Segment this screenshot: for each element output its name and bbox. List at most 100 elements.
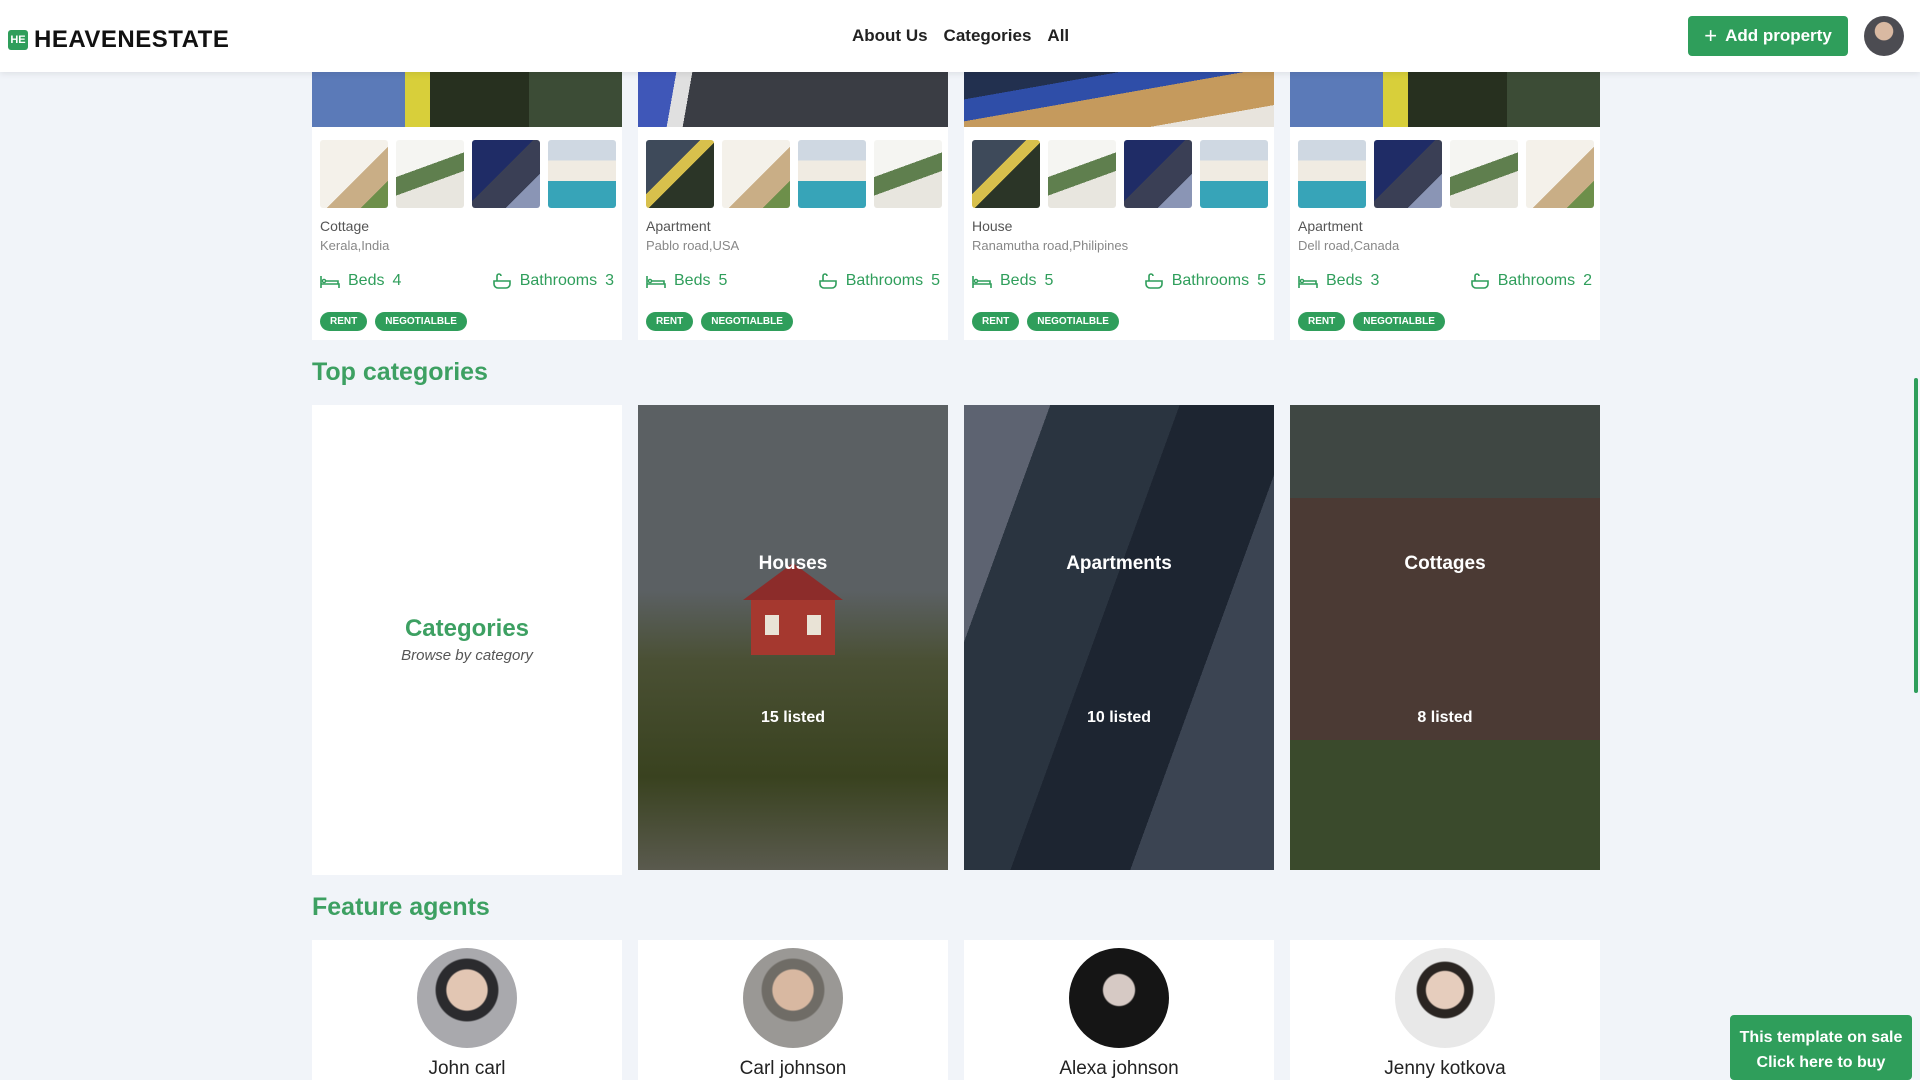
beds-info: Beds 5 [646, 272, 727, 290]
template-sale-banner[interactable]: This template on sale Click here to buy [1730, 1015, 1912, 1080]
tag-list: RENT NEGOTIALBLE [972, 312, 1119, 331]
baths-count: 3 [605, 272, 614, 289]
category-count: 15 listed [760, 709, 826, 726]
categories-subheading: Browse by category [401, 647, 533, 664]
agent-photo [1069, 948, 1169, 1048]
nav-about-us[interactable]: About Us [852, 26, 928, 46]
categories-heading: Categories [404, 615, 530, 642]
bathtub-icon [492, 273, 511, 289]
tag-list: RENT NEGOTIALBLE [646, 312, 793, 331]
thumbnail-row [972, 140, 1268, 208]
property-image [1290, 72, 1600, 127]
bathtub-icon [1144, 273, 1163, 289]
beds-count: 5 [1044, 272, 1054, 289]
categories-intro-card: Categories Browse by category [312, 405, 622, 875]
thumbnail[interactable] [320, 140, 388, 208]
tag-negotiable: NEGOTIALBLE [375, 312, 467, 331]
beds-label: Beds [1326, 272, 1363, 289]
baths-label: Bathrooms [519, 272, 598, 289]
feature-agents-title: Feature agents [312, 893, 490, 921]
category-card-houses[interactable]: Houses 15 listed [638, 405, 948, 870]
agent-name: Jenny kotkova [1384, 1058, 1506, 1079]
beds-label: Beds [348, 272, 385, 289]
thumbnail[interactable] [722, 140, 790, 208]
thumbnail[interactable] [1298, 140, 1366, 208]
baths-info: Bathrooms 2 [1470, 272, 1592, 290]
thumbnail-row [1298, 140, 1594, 208]
property-image [312, 72, 622, 127]
property-image [638, 72, 948, 127]
property-card[interactable]: House Ranamutha road,Philipines Beds 5 B… [964, 72, 1274, 340]
nav-all[interactable]: All [1047, 26, 1069, 46]
add-property-label: Add property [1725, 26, 1832, 45]
nav-categories[interactable]: Categories [944, 26, 1032, 46]
bathtub-icon [818, 273, 837, 289]
category-name: Apartments [1066, 553, 1172, 574]
user-avatar[interactable] [1864, 16, 1904, 56]
agent-card[interactable]: Jenny kotkova [1290, 940, 1600, 1080]
thumbnail[interactable] [1374, 140, 1442, 208]
property-location: Ranamutha road,Philipines [972, 238, 1129, 253]
agent-card[interactable]: Alexa johnson [964, 940, 1274, 1080]
property-type: Apartment [1298, 218, 1363, 234]
thumbnail[interactable] [1526, 140, 1594, 208]
agent-card[interactable]: Carl johnson [638, 940, 948, 1080]
logo[interactable]: HE HEAVENESTATE [8, 26, 229, 54]
category-card-apartments[interactable]: Apartments 10 listed [964, 405, 1274, 870]
logo-text: HEAVENESTATE [34, 26, 230, 53]
thumbnail[interactable] [798, 140, 866, 208]
thumbnail[interactable] [874, 140, 942, 208]
agent-photo [417, 948, 517, 1048]
beds-label: Beds [1000, 272, 1037, 289]
thumbnail-row [320, 140, 616, 208]
property-location: Pablo road,USA [646, 238, 740, 253]
property-card[interactable]: Cottage Kerala,India Beds 4 Bathrooms 3 … [312, 72, 622, 340]
category-name: Houses [758, 553, 828, 574]
page-scrollbar[interactable] [1914, 378, 1918, 693]
thumbnail[interactable] [1124, 140, 1192, 208]
beds-count: 4 [392, 272, 402, 289]
thumbnail[interactable] [1450, 140, 1518, 208]
category-card-cottages[interactable]: Cottages 8 listed [1290, 405, 1600, 870]
thumbnail-row [646, 140, 942, 208]
thumbnail[interactable] [1048, 140, 1116, 208]
main-nav: About Us Categories All [852, 26, 1069, 46]
baths-count: 2 [1583, 272, 1592, 289]
thumbnail[interactable] [396, 140, 464, 208]
thumbnail[interactable] [472, 140, 540, 208]
beds-info: Beds 3 [1298, 272, 1379, 290]
property-card[interactable]: Apartment Dell road,Canada Beds 3 Bathro… [1290, 72, 1600, 340]
agent-name: John carl [428, 1058, 506, 1079]
property-type: Apartment [646, 218, 711, 234]
property-type: Cottage [320, 218, 370, 234]
thumbnail[interactable] [548, 140, 616, 208]
baths-label: Bathrooms [1171, 272, 1250, 289]
tag-rent: RENT [646, 312, 694, 331]
baths-info: Bathrooms 5 [818, 272, 940, 290]
property-location: Dell road,Canada [1298, 238, 1400, 253]
bed-icon [1298, 276, 1318, 288]
category-count: 8 listed [1417, 709, 1473, 726]
promo-line-1: This template on sale [1739, 1029, 1903, 1046]
baths-label: Bathrooms [1497, 272, 1576, 289]
property-card[interactable]: Apartment Pablo road,USA Beds 5 Bathroom… [638, 72, 948, 340]
add-property-button[interactable]: + Add property [1688, 16, 1848, 56]
baths-info: Bathrooms 5 [1144, 272, 1266, 290]
thumbnail[interactable] [646, 140, 714, 208]
bathtub-icon [1470, 273, 1489, 289]
agent-card[interactable]: John carl [312, 940, 622, 1080]
agent-photo [1395, 948, 1495, 1048]
category-count: 10 listed [1086, 709, 1152, 726]
tag-list: RENT NEGOTIALBLE [1298, 312, 1445, 331]
bed-icon [320, 276, 340, 288]
baths-count: 5 [1257, 272, 1266, 289]
baths-info: Bathrooms 3 [492, 272, 614, 290]
thumbnail[interactable] [1200, 140, 1268, 208]
tag-rent: RENT [320, 312, 368, 331]
logo-mark-icon: HE [8, 30, 28, 50]
tag-negotiable: NEGOTIALBLE [1353, 312, 1445, 331]
beds-info: Beds 5 [972, 272, 1053, 290]
baths-count: 5 [931, 272, 940, 289]
thumbnail[interactable] [972, 140, 1040, 208]
tag-rent: RENT [1298, 312, 1346, 331]
